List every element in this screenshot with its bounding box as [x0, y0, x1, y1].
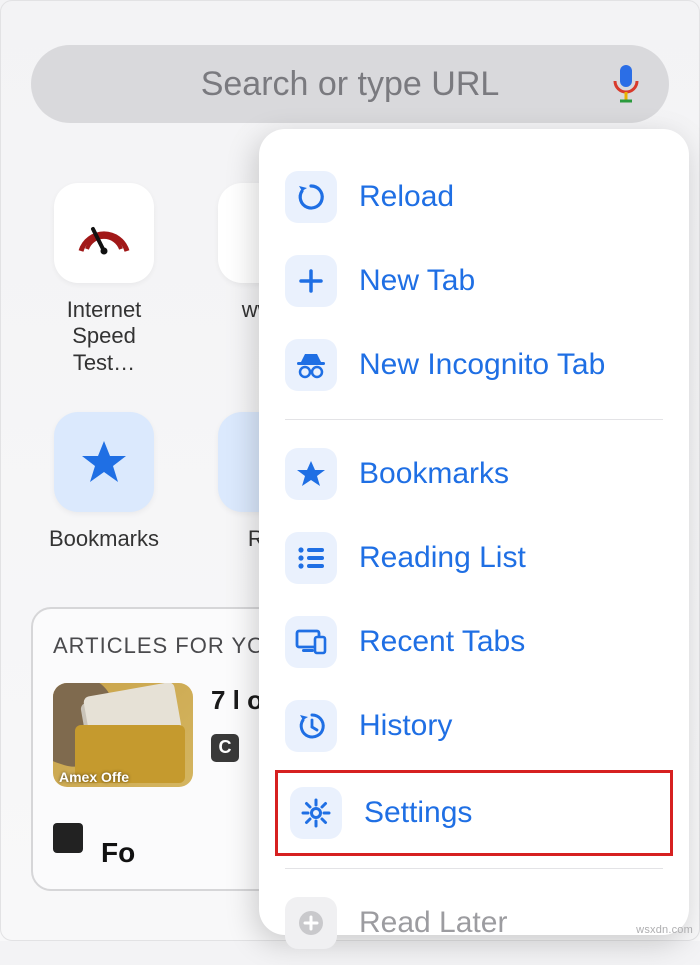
devices-icon: [295, 629, 327, 655]
search-placeholder: Search or type URL: [201, 65, 500, 104]
menu-item-label: New Incognito Tab: [359, 348, 605, 382]
gear-icon: [301, 798, 331, 828]
microphone-icon[interactable]: [611, 63, 641, 105]
menu-item-new-tab[interactable]: New Tab: [259, 239, 689, 323]
menu-item-bookmarks[interactable]: Bookmarks: [259, 432, 689, 516]
search-bar[interactable]: Search or type URL: [31, 45, 669, 123]
incognito-icon: [295, 350, 327, 380]
source-badge: C: [211, 734, 239, 762]
menu-item-recent-tabs[interactable]: Recent Tabs: [259, 600, 689, 684]
star-icon: [79, 437, 129, 487]
shortcut-tile: [54, 412, 154, 512]
menu-item-reload[interactable]: Reload: [259, 155, 689, 239]
menu-item-read-later: Read Later: [259, 881, 689, 965]
menu-item-label: Recent Tabs: [359, 625, 525, 659]
shortcut-label: Internet Speed Test…: [39, 297, 169, 376]
history-icon: [296, 711, 326, 741]
menu-item-reading-list[interactable]: Reading List: [259, 516, 689, 600]
star-icon: [296, 459, 326, 489]
shortcut-tile: [54, 183, 154, 283]
thumbnail-caption: Amex Offe: [59, 769, 129, 785]
menu-item-label: History: [359, 709, 452, 743]
article-title: Fo: [101, 837, 135, 869]
shortcut-bookmarks[interactable]: Bookmarks: [39, 412, 169, 552]
menu-item-label: Reload: [359, 180, 454, 214]
shortcut-speedtest[interactable]: Internet Speed Test…: [39, 183, 169, 376]
article-thumbnail: [53, 823, 83, 853]
menu-item-label: New Tab: [359, 264, 475, 298]
menu-item-label: Bookmarks: [359, 457, 509, 491]
menu-divider: [285, 419, 663, 420]
list-icon: [296, 545, 326, 571]
reload-icon: [296, 182, 326, 212]
menu-item-settings[interactable]: Settings: [275, 770, 673, 856]
menu-item-history[interactable]: History: [259, 684, 689, 768]
menu-item-label: Read Later: [359, 906, 507, 940]
menu-item-label: Reading List: [359, 541, 526, 575]
article-thumbnail: Amex Offe: [53, 683, 193, 787]
shortcut-label: Bookmarks: [49, 526, 159, 552]
plus-icon: [297, 267, 325, 295]
menu-item-incognito[interactable]: New Incognito Tab: [259, 323, 689, 407]
menu-item-label: Settings: [364, 796, 472, 830]
watermark: wsxdn.com: [636, 924, 693, 936]
menu-divider: [285, 868, 663, 869]
plus-circle-icon: [296, 908, 326, 938]
overflow-menu: Reload New Tab New Incognito Tab Bookmar…: [259, 129, 689, 935]
gauge-icon: [75, 211, 133, 255]
